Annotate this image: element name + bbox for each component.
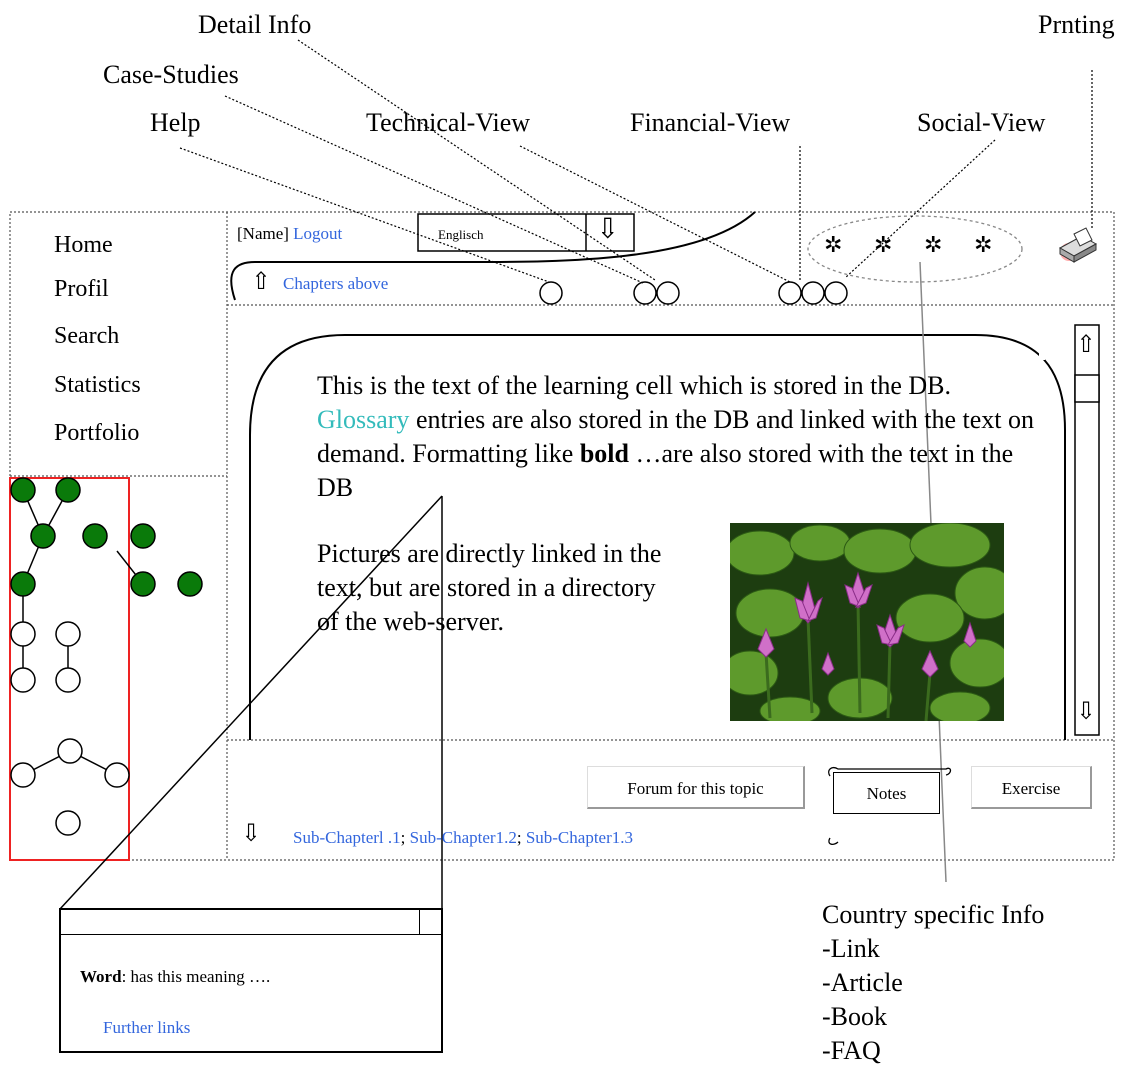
scrollbar-thumb[interactable] <box>1076 376 1098 400</box>
detail-info-label: Detail Info <box>198 10 312 39</box>
pictures-text: Pictures are directly linked in the text… <box>317 539 662 636</box>
gear-icon[interactable]: ✲ <box>974 234 992 256</box>
country-info-item: -FAQ <box>822 1036 881 1065</box>
chapters-above-link[interactable]: Chapters above <box>283 274 388 294</box>
forum-button[interactable]: Forum for this topic <box>587 766 805 809</box>
subchapter-separator: ; <box>516 828 522 847</box>
language-select-value[interactable]: Englisch <box>438 227 484 243</box>
gear-icon[interactable]: ✲ <box>924 234 942 256</box>
further-links[interactable]: Further links <box>103 1018 190 1038</box>
country-info-item: -Article <box>822 968 903 997</box>
financial-view-label: Financial-View <box>630 108 791 137</box>
country-info-title: Country specific Info <box>822 900 1045 929</box>
printing-label: Prnting <box>1038 10 1115 39</box>
down-arrow-icon[interactable]: ⇩ <box>241 822 261 846</box>
exercise-button[interactable]: Exercise <box>971 766 1092 809</box>
scroll-up-icon[interactable]: ⇧ <box>1076 333 1096 357</box>
subchapter-link-1[interactable]: Sub-Chapterl .1 <box>293 828 401 847</box>
subchapter-link-3[interactable]: Sub-Chapter1.3 <box>526 828 633 847</box>
subchapter-links: Sub-Chapterl .1; Sub-Chapter1.2; Sub-Cha… <box>293 828 633 848</box>
user-name: [Name] <box>237 224 289 243</box>
up-arrow-icon[interactable]: ⇧ <box>251 270 271 294</box>
technical-view-label: Technical-View <box>366 108 531 137</box>
logout-link[interactable]: Logout <box>293 224 342 243</box>
sidebar-item-home[interactable]: Home <box>54 233 113 257</box>
scroll-down-icon[interactable]: ⇩ <box>1076 700 1096 724</box>
sidebar-item-portfolio[interactable]: Portfolio <box>54 421 139 445</box>
cell-text-part: This is the text of the learning cell wh… <box>317 371 951 400</box>
gear-icon[interactable]: ✲ <box>874 234 892 256</box>
sidebar-item-profil[interactable]: Profil <box>54 277 109 301</box>
notes-button[interactable]: Notes <box>833 772 940 814</box>
printer-icon[interactable] <box>1052 226 1102 266</box>
popup-close-button[interactable] <box>419 910 444 934</box>
glossary-link[interactable]: Glossary <box>317 405 409 434</box>
subchapter-separator: ; <box>400 828 406 847</box>
case-studies-label: Case-Studies <box>103 60 239 89</box>
down-arrow-icon[interactable]: ⇩ <box>596 216 619 244</box>
country-info-item: -Book <box>822 1002 887 1031</box>
subchapter-link-2[interactable]: Sub-Chapter1.2 <box>410 828 517 847</box>
glossary-word: Word <box>80 967 122 986</box>
water-lily-image[interactable] <box>730 523 1004 721</box>
glossary-meaning: : has this meaning …. <box>121 967 271 986</box>
glossary-definition: Word: has this meaning …. <box>80 967 270 987</box>
help-label: Help <box>150 108 201 137</box>
popup-titlebar <box>61 910 441 935</box>
user-area: [Name] Logout <box>237 224 342 244</box>
learning-cell-text: This is the text of the learning cell wh… <box>317 369 1037 505</box>
sidebar-item-search[interactable]: Search <box>54 324 119 348</box>
country-info-item: -Link <box>822 934 880 963</box>
bold-word: bold <box>579 439 629 468</box>
social-view-label: Social-View <box>917 108 1046 137</box>
sidebar-item-statistics[interactable]: Statistics <box>54 373 141 397</box>
gear-icon[interactable]: ✲ <box>824 234 842 256</box>
glossary-popup: Word: has this meaning …. Further links <box>59 908 443 1053</box>
